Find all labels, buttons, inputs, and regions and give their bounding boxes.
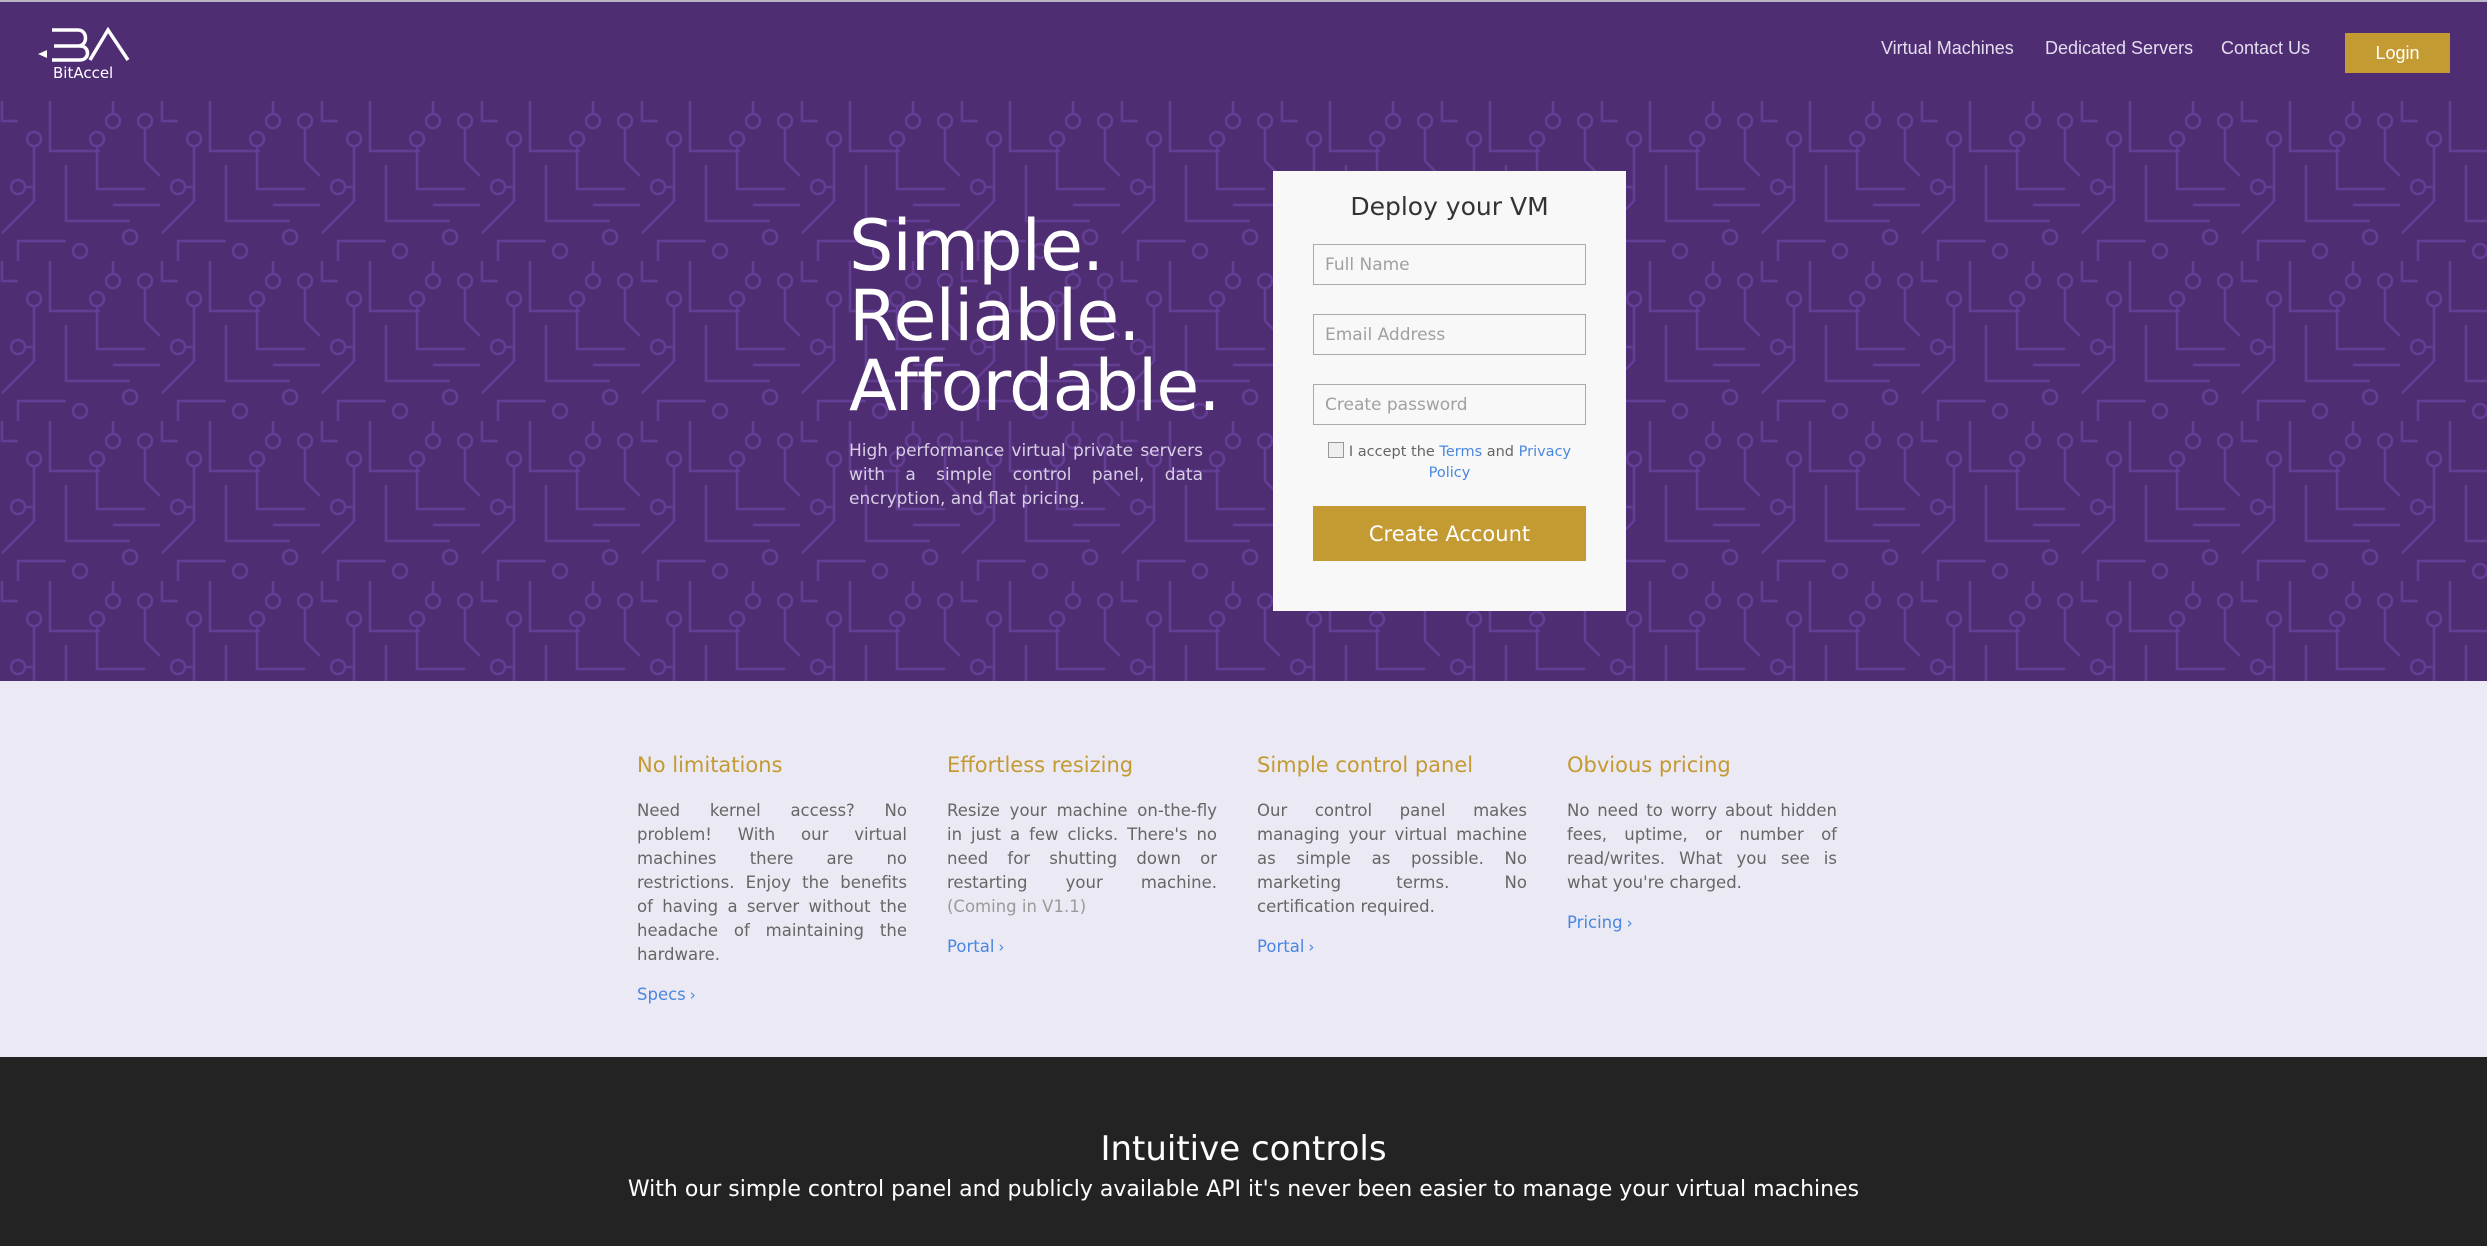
portal-link[interactable]: Portal › xyxy=(1257,937,1314,956)
nav-virtual-machines[interactable]: Virtual Machines xyxy=(1881,38,2014,59)
feature-description: No need to worry about hidden fees, upti… xyxy=(1567,801,1837,892)
section-title: Intuitive controls xyxy=(1100,1129,1387,1169)
feature-text: Need kernel access? No problem! With our… xyxy=(637,799,907,967)
coming-soon-note: (Coming in V1.1) xyxy=(947,897,1087,916)
svg-text:BitAccel: BitAccel xyxy=(53,64,113,82)
link-label: Specs xyxy=(637,985,686,1004)
feature-text: Resize your machine on-the-fly in just a… xyxy=(947,799,1217,919)
nav-dedicated-servers[interactable]: Dedicated Servers xyxy=(2045,38,2193,59)
nav-contact-us[interactable]: Contact Us xyxy=(2221,38,2310,59)
feature-title: Obvious pricing xyxy=(1567,753,1731,777)
hero-section: Simple. Reliable. Affordable. High perfo… xyxy=(0,101,2487,681)
feature-no-limitations: No limitations Need kernel access? No pr… xyxy=(637,753,907,1005)
feature-title: Effortless resizing xyxy=(947,753,1134,777)
section-subtitle: With our simple control panel and public… xyxy=(627,1177,1860,1202)
chevron-right-icon: › xyxy=(1308,938,1315,956)
email-input[interactable] xyxy=(1313,314,1586,355)
feature-text: No need to worry about hidden fees, upti… xyxy=(1567,799,1837,895)
hero-title-line: Affordable. xyxy=(849,345,1221,427)
hero-title: Simple. Reliable. Affordable. xyxy=(849,205,1221,427)
hero-title-line: Simple. xyxy=(849,205,1104,287)
chevron-right-icon: › xyxy=(1626,914,1633,932)
portal-link[interactable]: Portal › xyxy=(947,937,1004,956)
feature-description: Need kernel access? No problem! With our… xyxy=(637,801,907,964)
features-section: No limitations Need kernel access? No pr… xyxy=(0,681,2487,1057)
chevron-right-icon: › xyxy=(689,986,696,1004)
hero-subtitle: High performance virtual private servers… xyxy=(849,441,1203,509)
site-header: BitAccel Virtual Machines Dedicated Serv… xyxy=(0,0,2487,101)
chevron-right-icon: › xyxy=(998,938,1005,956)
create-account-button[interactable]: Create Account xyxy=(1313,506,1586,561)
feature-description: Our control panel makes managing your vi… xyxy=(1257,801,1527,916)
link-label: Portal xyxy=(947,937,995,956)
link-label: Pricing xyxy=(1567,913,1623,932)
signup-card: Deploy your VM I accept the Terms and Pr… xyxy=(1273,171,1626,611)
hero-title-line: Reliable. xyxy=(849,275,1141,357)
terms-agreement: I accept the Terms and Privacy Policy xyxy=(1313,442,1586,484)
terms-checkbox[interactable] xyxy=(1327,442,1344,458)
feature-title: No limitations xyxy=(637,753,783,777)
terms-and: and xyxy=(1486,444,1515,460)
signup-title: Deploy your VM xyxy=(1350,192,1549,221)
link-label: Portal xyxy=(1257,937,1305,956)
full-name-input[interactable] xyxy=(1313,244,1586,285)
feature-simple-control-panel: Simple control panel Our control panel m… xyxy=(1257,753,1527,957)
terms-link[interactable]: Terms xyxy=(1439,444,1482,460)
login-button[interactable]: Login xyxy=(2345,33,2450,73)
bitaccel-logo[interactable]: BitAccel xyxy=(38,26,148,82)
feature-title: Simple control panel xyxy=(1257,753,1474,777)
password-input[interactable] xyxy=(1313,384,1586,425)
specs-link[interactable]: Specs › xyxy=(637,985,696,1004)
terms-prefix: I accept the xyxy=(1348,444,1435,460)
feature-effortless-resizing: Effortless resizing Resize your machine … xyxy=(947,753,1217,957)
pricing-link[interactable]: Pricing › xyxy=(1567,913,1633,932)
feature-obvious-pricing: Obvious pricing No need to worry about h… xyxy=(1567,753,1837,933)
feature-description: Resize your machine on-the-fly in just a… xyxy=(947,801,1217,892)
circuit-pattern-background xyxy=(0,101,2487,681)
intuitive-controls-section: Intuitive controls With our simple contr… xyxy=(0,1057,2487,1246)
feature-text: Our control panel makes managing your vi… xyxy=(1257,799,1527,919)
